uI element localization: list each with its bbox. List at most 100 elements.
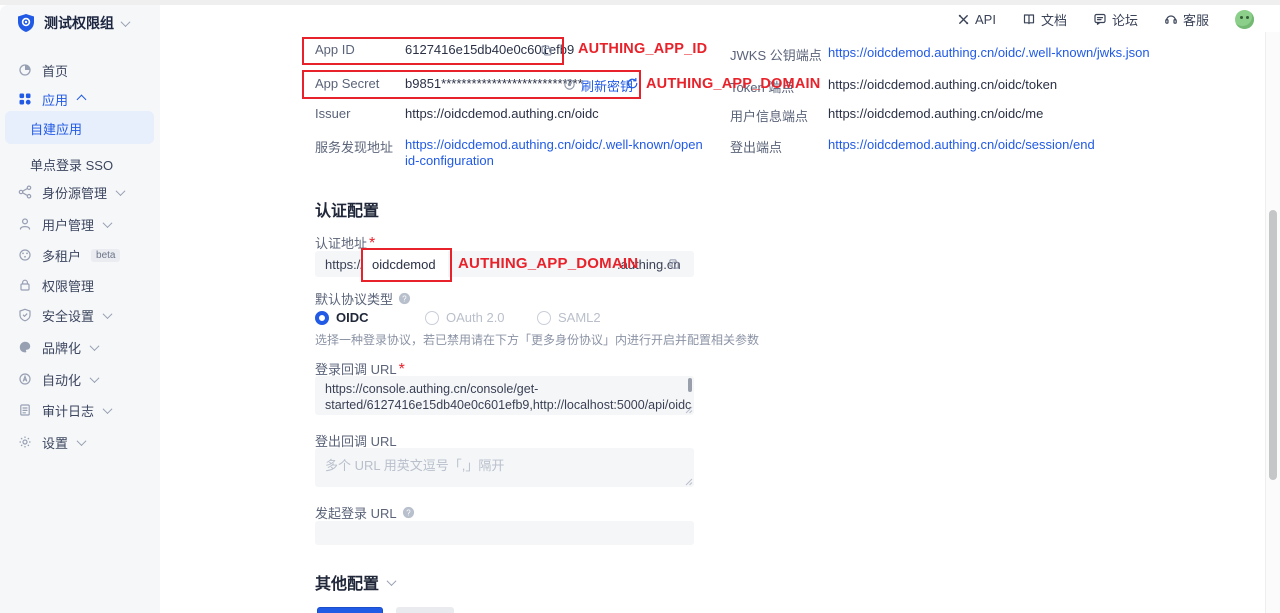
auth-domain-label: 认证地址 — [315, 236, 367, 251]
radio-saml2[interactable]: SAML2 — [537, 310, 601, 325]
sidebar-item-sso[interactable]: 单点登录 SSO — [30, 155, 113, 174]
gear-icon — [18, 435, 32, 449]
radio-oauth2-label: OAuth 2.0 — [446, 310, 505, 325]
logout-callback-placeholder: 多个 URL 用英文逗号「,」隔开 — [325, 455, 504, 474]
sidebar-item-user-management[interactable]: 用户管理 — [18, 214, 111, 234]
sidebar-item-label: 权限管理 — [42, 276, 94, 295]
resize-grip-icon[interactable] — [685, 478, 693, 486]
workspace-name: 测试权限组 — [44, 13, 114, 33]
other-config-header[interactable]: 其他配置 — [315, 570, 395, 594]
docs-icon — [1022, 12, 1036, 26]
chevron-down-icon — [90, 341, 100, 351]
help-icon[interactable]: ? — [402, 506, 415, 519]
radio-oauth2[interactable]: OAuth 2.0 — [425, 310, 505, 325]
eye-icon[interactable] — [563, 78, 576, 91]
logout-callback-textarea[interactable]: 多个 URL 用英文逗号「,」隔开 — [315, 448, 694, 487]
forum-menu-item[interactable]: 论坛 — [1093, 10, 1138, 29]
shield-icon — [18, 308, 32, 322]
chevron-down-icon — [90, 373, 100, 383]
automation-icon — [18, 372, 32, 386]
sidebar-item-permissions[interactable]: 权限管理 — [18, 275, 94, 295]
discovery-label: 服务发现地址 — [315, 137, 393, 156]
bottom-primary-button[interactable] — [317, 607, 383, 613]
lock-icon — [18, 278, 32, 292]
sidebar-item-branding[interactable]: 品牌化 — [18, 337, 98, 357]
resize-grip-icon[interactable] — [685, 406, 693, 414]
sidebar-item-label: 首页 — [42, 61, 68, 80]
initiate-login-label: 发起登录 URL — [315, 503, 397, 522]
sidebar-item-home[interactable]: 首页 — [18, 60, 68, 80]
tenant-icon — [18, 248, 32, 262]
app-domain-annotation-text-2: AUTHING_APP_DOMAIN — [458, 255, 638, 272]
apps-icon — [18, 92, 32, 106]
app-domain-input[interactable] — [363, 251, 448, 277]
logout-endpoint-label: 登出端点 — [730, 137, 782, 156]
workspace-shield-icon — [16, 13, 36, 33]
page-scrollbar-thumb[interactable] — [1269, 210, 1277, 480]
user-avatar[interactable] — [1235, 10, 1254, 29]
protocol-label: 默认协议类型 — [315, 289, 393, 308]
required-mark: * — [369, 235, 375, 252]
sidebar-item-label: 品牌化 — [42, 338, 81, 357]
docs-label: 文档 — [1041, 10, 1067, 29]
support-menu-item[interactable]: 客服 — [1164, 10, 1209, 29]
help-icon[interactable]: ? — [398, 292, 411, 305]
login-callback-label: 登录回调 URL — [315, 362, 397, 377]
other-config-title: 其他配置 — [315, 570, 379, 594]
radio-oidc[interactable]: OIDC — [315, 310, 369, 325]
sidebar-item-identity-sources[interactable]: 身份源管理 — [18, 182, 124, 202]
chevron-down-icon — [77, 436, 87, 446]
forum-label: 论坛 — [1112, 10, 1138, 29]
sidebar-item-automation[interactable]: 自动化 — [18, 369, 98, 389]
copy-icon[interactable] — [668, 258, 680, 270]
chevron-down-icon — [103, 218, 113, 228]
app-window: API 文档 论坛 — [0, 0, 1280, 613]
sidebar-item-label: 单点登录 SSO — [30, 158, 113, 173]
sidebar-item-apps[interactable]: 应用 — [18, 89, 85, 109]
auth-config-title: 认证配置 — [315, 197, 379, 221]
protocol-hint: 选择一种登录协议，若已禁用请在下方「更多身份协议」内进行开启并配置相关参数 — [315, 331, 759, 348]
jwks-label: JWKS 公钥端点 — [730, 45, 822, 64]
textarea-scrollbar-thumb[interactable] — [688, 378, 692, 392]
discovery-link[interactable]: https://oidcdemod.authing.cn/oidc/.well-… — [405, 137, 705, 169]
radio-oidc-label: OIDC — [336, 310, 369, 325]
userinfo-label: 用户信息端点 — [730, 106, 808, 125]
sidebar-item-self-built-apps[interactable]: 自建应用 — [30, 119, 82, 138]
api-menu-item[interactable]: API — [957, 12, 996, 27]
jwks-link[interactable]: https://oidcdemod.authing.cn/oidc/.well-… — [828, 45, 1150, 60]
chevron-down-icon — [121, 17, 131, 27]
userinfo-value: https://oidcdemod.authing.cn/oidc/me — [828, 106, 1043, 121]
token-endpoint-value: https://oidcdemod.authing.cn/oidc/token — [828, 77, 1057, 92]
docs-menu-item[interactable]: 文档 — [1022, 10, 1067, 29]
bottom-secondary-button[interactable] — [396, 607, 454, 613]
beta-badge: beta — [91, 249, 120, 262]
page-scrollbar-track[interactable] — [1265, 32, 1280, 613]
sidebar-item-multi-tenant[interactable]: 多租户 beta — [18, 245, 120, 265]
api-label: API — [975, 12, 996, 27]
url-prefix: https:// — [325, 257, 364, 272]
app-secret-label: App Secret — [315, 76, 379, 91]
sidebar-item-settings[interactable]: 设置 — [18, 432, 85, 452]
support-label: 客服 — [1183, 10, 1209, 29]
logout-endpoint-link[interactable]: https://oidcdemod.authing.cn/oidc/sessio… — [828, 137, 1095, 152]
sidebar-item-label: 设置 — [42, 433, 68, 452]
sidebar-item-security[interactable]: 安全设置 — [18, 305, 111, 325]
protocol-label-row: 默认协议类型 ? — [315, 289, 411, 308]
radio-unselected-icon[interactable] — [537, 311, 551, 325]
chevron-down-icon — [387, 576, 397, 586]
sidebar-item-label: 自动化 — [42, 370, 81, 389]
radio-selected-icon[interactable] — [315, 311, 329, 325]
app-domain-annotation-text: AUTHING_APP_DOMAIN — [646, 76, 820, 92]
svg-text:?: ? — [406, 508, 411, 517]
copy-icon[interactable] — [540, 44, 553, 57]
sidebar-item-label: 自建应用 — [30, 122, 82, 137]
workspace-switcher[interactable]: 测试权限组 — [16, 13, 129, 33]
sidebar-item-label: 用户管理 — [42, 215, 94, 234]
login-callback-textarea[interactable]: https://console.authing.cn/console/get- … — [315, 376, 694, 415]
refresh-icon[interactable] — [626, 77, 639, 90]
radio-unselected-icon[interactable] — [425, 311, 439, 325]
brand-icon — [18, 340, 32, 354]
initiate-login-input[interactable] — [315, 521, 694, 545]
sidebar-item-audit-logs[interactable]: 审计日志 — [18, 400, 111, 420]
user-icon — [18, 217, 32, 231]
